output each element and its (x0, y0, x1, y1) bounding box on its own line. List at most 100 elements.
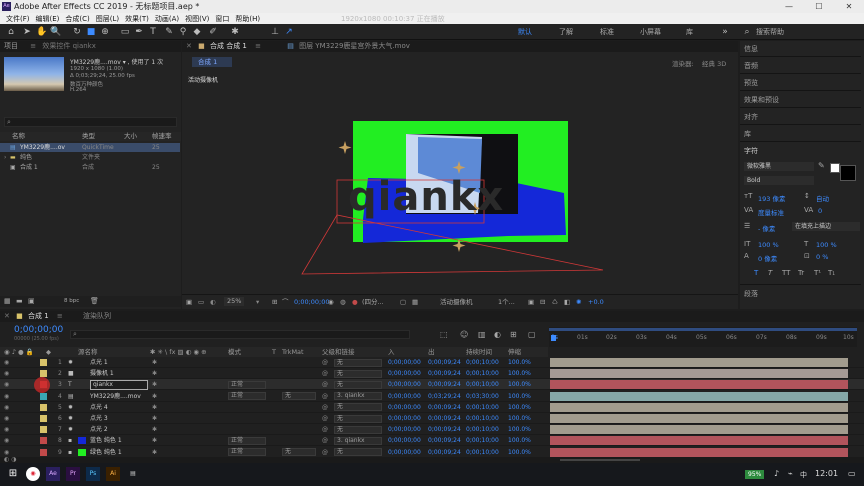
duration[interactable]: 0;00;10;00 (466, 435, 499, 446)
close-icon[interactable]: ✕ (4, 312, 10, 320)
resolution-dropdown[interactable]: (四分... (362, 295, 384, 309)
layer-name[interactable]: 点光 1 (90, 357, 108, 368)
shy-switch-icon[interactable]: ✱ (152, 424, 157, 435)
home-icon[interactable]: ⌂ (6, 27, 16, 37)
baseline-shift-value[interactable]: 0 像素 (758, 253, 777, 263)
layer-row[interactable]: ◉ 9 ▪ 绿色 纯色 1 ✱ 正常 无 @ 无 0;00;00;00 0;00… (0, 447, 864, 458)
column-stretch[interactable]: 伸缩 (508, 347, 521, 357)
column-trkmat[interactable]: TrkMat (282, 347, 304, 357)
roi-icon[interactable]: ▢ (400, 295, 406, 309)
show-snapshot-icon[interactable]: ◍ (340, 295, 346, 309)
menu-view[interactable]: 视图(V) (185, 14, 209, 24)
stretch[interactable]: 100.0% (508, 368, 531, 379)
paragraph-panel-tab[interactable]: 段落 (744, 289, 758, 299)
comp-subtab[interactable]: 合成 1 (192, 57, 232, 67)
menu-help[interactable]: 帮助(H) (235, 14, 260, 24)
shy-switch-icon[interactable]: ✱ (152, 379, 157, 390)
search-help-input[interactable]: 搜索帮助 (756, 27, 784, 37)
in-point[interactable]: 0;00;00;00 (388, 435, 421, 446)
rotate-tool-icon[interactable]: ↻ (72, 27, 82, 37)
blend-mode-dropdown[interactable]: 正常 (228, 380, 266, 389)
pen-tool-icon[interactable]: ✒ (134, 27, 144, 37)
project-tab[interactable]: 项目 (4, 42, 18, 50)
pickwhip-icon[interactable]: @ (322, 402, 328, 413)
trkmat-dropdown[interactable]: 无 (282, 392, 316, 401)
eye-icon[interactable]: ◉ (4, 402, 9, 413)
chevron-down-icon[interactable]: ▾ (256, 295, 259, 309)
layer-name[interactable]: qiankx (90, 380, 148, 391)
always-preview-icon[interactable]: ▣ (186, 295, 192, 309)
in-point[interactable]: 0;00;00;00 (388, 402, 421, 413)
windows-start-icon[interactable]: ⊞ (6, 467, 20, 481)
shy-switch-icon[interactable]: ✱ (152, 413, 157, 424)
parent-dropdown[interactable]: 无 (334, 448, 382, 457)
stroke-width-value[interactable]: - 像素 (758, 223, 775, 233)
all-caps-button[interactable]: TT (782, 269, 790, 277)
parent-dropdown[interactable]: 3. qiankx (334, 392, 382, 401)
eye-icon[interactable]: ◉ (4, 379, 9, 390)
menu-effect[interactable]: 效果(T) (125, 14, 149, 24)
stretch[interactable]: 100.0% (508, 435, 531, 446)
workspace-libraries[interactable]: 库 (686, 27, 693, 37)
eye-icon[interactable]: ◉ (4, 435, 9, 446)
fast-preview-icon[interactable]: ▣ (528, 295, 534, 309)
layer-row[interactable]: ◉ 2 ■ 摄像机 1 ✱ @ 无 0;00;00;00 0;00;09;24 … (0, 368, 864, 380)
out-point[interactable]: 0;03;29;24 (428, 391, 461, 402)
monitor-icon[interactable]: ▭ (198, 295, 204, 309)
zoom-dropdown[interactable]: 25% (224, 297, 245, 306)
viewer-timecode[interactable]: 0;00;00;00 (294, 295, 330, 309)
workspace-small-screen[interactable]: 小屏幕 (640, 27, 661, 37)
faux-bold-button[interactable]: T (754, 269, 758, 277)
parent-dropdown[interactable]: 无 (334, 358, 382, 367)
duration[interactable]: 0;03;30;00 (466, 391, 499, 402)
stretch[interactable]: 100.0% (508, 413, 531, 424)
hand-tool-icon[interactable]: ✋ (36, 27, 47, 37)
label-color[interactable] (40, 437, 47, 445)
duration[interactable]: 0;00;10;00 (466, 368, 499, 379)
grid-icon[interactable]: ⊞ (272, 295, 277, 309)
layer-row[interactable]: ◉ 8 ▪ 蓝色 纯色 1 ✱ 正常 @ 3. qiankx 0;00;00;0… (0, 435, 864, 447)
align-panel-tab[interactable]: 对齐 (744, 112, 758, 122)
shy-switch-icon[interactable]: ✱ (152, 435, 157, 446)
shy-icon[interactable]: ☺ (460, 330, 468, 339)
zoom-tool-icon[interactable]: 🔍 (50, 27, 61, 37)
blend-mode-dropdown[interactable]: 正常 (228, 392, 266, 401)
column-out[interactable]: 出 (428, 347, 435, 357)
project-item-comp[interactable]: ▣ 合成 1 合成 25 (0, 163, 180, 172)
layer-name[interactable]: 点光 2 (90, 424, 108, 435)
chevron-right-icon[interactable]: › (4, 153, 6, 162)
vertical-scale-value[interactable]: 100 % (758, 241, 779, 249)
snap-toggle-icon[interactable]: ↗ (284, 27, 294, 37)
column-in[interactable]: 入 (388, 347, 395, 357)
column-mode[interactable]: 模式 (228, 347, 241, 357)
interpret-footage-icon[interactable]: ▦ (4, 297, 11, 305)
layer-duration-bar[interactable] (550, 391, 848, 401)
new-folder-icon[interactable]: ▬ (16, 297, 23, 305)
character-panel-tab[interactable]: 字符 (744, 146, 758, 156)
eraser-tool-icon[interactable]: ◆ (192, 27, 202, 37)
fill-color-swatch[interactable] (830, 163, 840, 173)
pickwhip-icon[interactable]: @ (322, 424, 328, 435)
tracking-value[interactable]: 0 (818, 207, 822, 215)
blend-mode-dropdown[interactable]: 正常 (228, 448, 266, 457)
layer-duration-bar[interactable] (550, 436, 848, 446)
pan-behind-tool-icon[interactable]: ⊕ (100, 27, 110, 37)
label-color[interactable] (40, 426, 47, 434)
mask-icon[interactable]: ◐ (210, 295, 216, 309)
shy-switch-icon[interactable]: ✱ (152, 402, 157, 413)
info-panel-tab[interactable]: 信息 (744, 44, 758, 54)
kerning-value[interactable]: 度量标准 (758, 207, 784, 217)
label-color[interactable] (40, 392, 47, 400)
shy-switch-icon[interactable]: ✱ (152, 447, 157, 458)
layer-duration-bar[interactable] (550, 380, 848, 390)
eye-icon[interactable]: ◉ (4, 424, 9, 435)
effects-presets-panel-tab[interactable]: 效果和预设 (744, 95, 779, 105)
preview-panel-tab[interactable]: 预览 (744, 78, 758, 88)
layer-viewer-tab[interactable]: 图层 YM3229鹿星宫外景大气.mov (299, 42, 410, 50)
workspace-default[interactable]: 默认 (518, 27, 532, 37)
duration[interactable]: 0;00;10;00 (466, 447, 499, 458)
column-fps[interactable]: 帧速率 (152, 132, 172, 141)
timeline-search-input[interactable]: ⌕ (70, 330, 410, 339)
pickwhip-icon[interactable]: @ (322, 391, 328, 402)
stretch[interactable]: 100.0% (508, 391, 531, 402)
